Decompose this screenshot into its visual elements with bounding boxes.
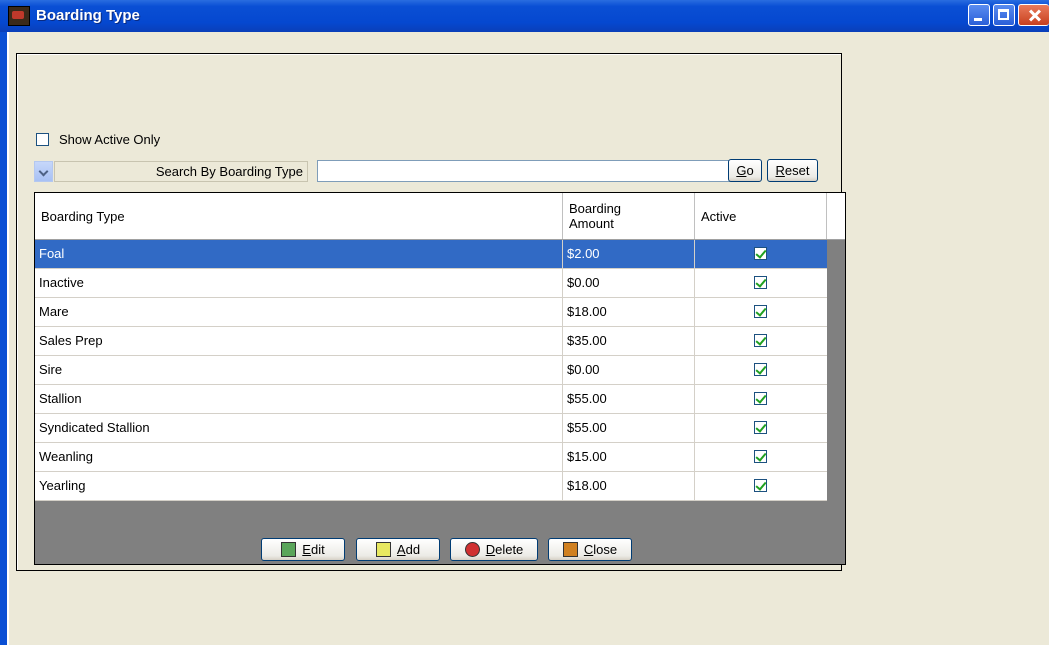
boarding-type-panel: Show Active Only Search By Boarding Type… (16, 53, 846, 571)
header-boarding-amount[interactable]: Boarding Amount (563, 193, 695, 239)
cell-active (695, 443, 827, 471)
cell-boarding-amount: $18.00 (563, 298, 695, 326)
window-frame-left (0, 32, 7, 645)
app-icon (8, 6, 30, 26)
search-by-label: Search By Boarding Type (54, 161, 308, 182)
active-checkbox[interactable] (754, 247, 767, 260)
delete-rest: elete (495, 542, 524, 557)
header-amount-line1: Boarding (569, 201, 622, 216)
delete-accel: D (485, 542, 496, 557)
close-accel: C (583, 542, 594, 557)
table-row[interactable]: Syndicated Stallion $55.00 (35, 414, 827, 443)
edit-icon (281, 542, 297, 557)
cell-boarding-amount: $0.00 (563, 269, 695, 297)
show-active-only-checkbox[interactable] (36, 133, 49, 146)
table-row[interactable]: Sales Prep $35.00 (35, 327, 827, 356)
grid-header: Boarding Type Boarding Amount Active (35, 193, 845, 240)
cell-active (695, 472, 827, 500)
close-rest: lose (593, 542, 618, 557)
boarding-type-grid[interactable]: Boarding Type Boarding Amount Active Foa… (34, 192, 846, 565)
table-row[interactable]: Sire $0.00 (35, 356, 827, 385)
go-rest: o (746, 163, 754, 178)
table-row[interactable]: Foal $2.00 (35, 240, 827, 269)
active-checkbox[interactable] (754, 421, 767, 434)
cell-active (695, 356, 827, 384)
cell-boarding-type: Stallion (35, 385, 563, 413)
cell-boarding-type: Sales Prep (35, 327, 563, 355)
cell-boarding-type: Weanling (35, 443, 563, 471)
table-row[interactable]: Weanling $15.00 (35, 443, 827, 472)
table-row[interactable]: Yearling $18.00 (35, 472, 827, 501)
reset-rest: eset (784, 163, 810, 178)
reset-button[interactable]: Reset (767, 159, 818, 182)
cell-boarding-type: Sire (35, 356, 563, 384)
cell-boarding-amount: $2.00 (563, 240, 695, 268)
title-bar[interactable]: Boarding Type (0, 0, 1049, 32)
cell-boarding-type: Inactive (35, 269, 563, 297)
header-boarding-type[interactable]: Boarding Type (35, 193, 563, 239)
add-button[interactable]: Add (356, 538, 440, 561)
edit-rest: dit (310, 542, 325, 557)
cell-boarding-amount: $35.00 (563, 327, 695, 355)
header-active[interactable]: Active (695, 193, 827, 239)
cell-active (695, 298, 827, 326)
maximize-button[interactable] (993, 4, 1015, 26)
search-field-dropdown[interactable] (34, 161, 53, 182)
show-active-only-label: Show Active Only (59, 132, 161, 147)
cell-boarding-amount: $0.00 (563, 356, 695, 384)
minimize-button[interactable] (968, 4, 990, 26)
add-icon (375, 542, 391, 557)
search-input[interactable] (317, 160, 740, 182)
cell-boarding-type: Syndicated Stallion (35, 414, 563, 442)
window-title: Boarding Type (36, 7, 140, 24)
table-row[interactable]: Inactive $0.00 (35, 269, 827, 298)
active-checkbox[interactable] (754, 392, 767, 405)
cell-active (695, 240, 827, 268)
delete-button[interactable]: Delete (450, 538, 538, 561)
cell-boarding-amount: $55.00 (563, 414, 695, 442)
add-accel: A (396, 542, 406, 557)
reset-accel: R (775, 163, 785, 178)
delete-icon (464, 542, 480, 557)
edit-accel: E (302, 542, 311, 557)
table-row[interactable]: Mare $18.00 (35, 298, 827, 327)
close-icon (562, 542, 578, 557)
active-checkbox[interactable] (754, 363, 767, 376)
cell-active (695, 327, 827, 355)
client-edge (7, 32, 9, 645)
header-amount-line2: Amount (569, 216, 614, 231)
active-checkbox[interactable] (754, 305, 767, 318)
table-row[interactable]: Stallion $55.00 (35, 385, 827, 414)
cell-active (695, 269, 827, 297)
active-checkbox[interactable] (754, 479, 767, 492)
cell-boarding-type: Foal (35, 240, 563, 268)
cell-boarding-amount: $55.00 (563, 385, 695, 413)
cell-boarding-amount: $15.00 (563, 443, 695, 471)
go-accel: G (736, 163, 747, 178)
active-checkbox[interactable] (754, 334, 767, 347)
cell-boarding-type: Yearling (35, 472, 563, 500)
active-checkbox[interactable] (754, 450, 767, 463)
go-button[interactable]: Go (728, 159, 762, 182)
active-checkbox[interactable] (754, 276, 767, 289)
cell-active (695, 385, 827, 413)
cell-boarding-amount: $18.00 (563, 472, 695, 500)
edit-button[interactable]: Edit (261, 538, 345, 561)
cell-active (695, 414, 827, 442)
close-window-button[interactable] (1018, 4, 1049, 26)
cell-boarding-type: Mare (35, 298, 563, 326)
close-button[interactable]: Close (548, 538, 632, 561)
add-rest: dd (405, 542, 421, 557)
